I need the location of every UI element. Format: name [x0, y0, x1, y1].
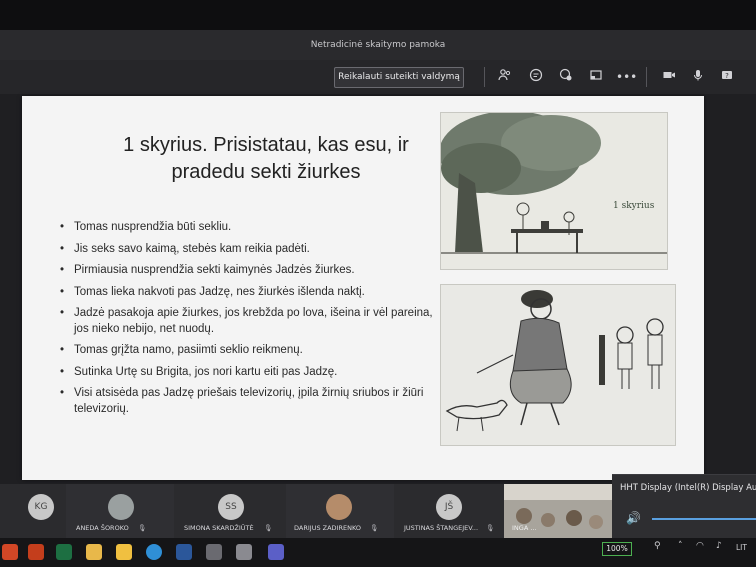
participant-name: JUSTINAS ŠTANGEJEV... — [404, 524, 479, 532]
avatar — [108, 494, 134, 520]
shared-content-stage: 1 skyrius. Prisistatau, kas esu, ir prad… — [0, 94, 756, 484]
request-control-button[interactable]: Reikalauti suteikti valdymą — [334, 67, 464, 88]
participant-tile[interactable]: KG — [0, 484, 66, 538]
powerpoint-icon[interactable] — [28, 544, 44, 560]
app-icon-gray[interactable] — [206, 544, 222, 560]
mic-off-icon: 🎙 — [486, 524, 495, 532]
bullet-item: Jis seks savo kaimą, stebės kam reikia p… — [54, 242, 434, 258]
participant-tile[interactable]: JŠ JUSTINAS ŠTANGEJEV... 🎙 — [394, 484, 504, 538]
bullet-item: Visi atsisėda pas Jadzę priešais televiz… — [54, 386, 434, 417]
mic-off-icon: 🎙 — [370, 524, 379, 532]
toolbar-divider — [484, 67, 485, 87]
svg-text:?: ? — [725, 72, 729, 80]
edge-browser-icon[interactable] — [146, 544, 162, 560]
app-icon-gray-2[interactable] — [236, 544, 252, 560]
avatar — [326, 494, 352, 520]
tree-picnic-illustration: 1 skyrius — [440, 112, 668, 270]
meeting-toolbar: Reikalauti suteikti valdymą ••• ? — [0, 60, 756, 94]
slide-title-line: pradedu sekti žiurkes — [171, 161, 361, 183]
volume-slider[interactable] — [652, 518, 756, 520]
excel-icon[interactable] — [56, 544, 72, 560]
teams-icon[interactable] — [268, 544, 284, 560]
participant-name: INGA ... — [512, 524, 537, 532]
help-icon[interactable]: ? — [718, 68, 736, 86]
window-title: Netradicinė skaitymo pamoka — [310, 40, 446, 50]
chevron-up-icon[interactable]: ˄ — [678, 541, 683, 551]
sticky-notes-icon[interactable] — [116, 544, 132, 560]
participant-tile[interactable]: ANEDA ŠOROKO 🎙 — [66, 484, 174, 538]
participant-video-tile[interactable]: INGA ... — [504, 484, 612, 538]
participant-tile[interactable]: DARIJUS ZADIRENKO 🎙 — [286, 484, 394, 538]
window-titlebar: Netradicinė skaitymo pamoka — [0, 30, 756, 60]
wifi-icon[interactable]: ◠ — [696, 541, 704, 551]
presentation-slide: 1 skyrius. Prisistatau, kas esu, ir prad… — [22, 96, 704, 480]
reactions-icon[interactable] — [557, 68, 575, 86]
mic-off-icon: 🎙 — [138, 524, 147, 532]
language-indicator[interactable]: LIT — [736, 543, 747, 552]
bullet-item: Tomas grįžta namo, pasiimti seklio reikm… — [54, 343, 434, 359]
camera-icon[interactable] — [660, 68, 678, 86]
avatar: JŠ — [436, 494, 462, 520]
people-icon[interactable] — [496, 68, 514, 86]
bullet-item: Sutinka Urtę su Brigita, jos nori kartu … — [54, 365, 434, 381]
slide-title: 1 skyrius. Prisistatau, kas esu, ir prad… — [66, 132, 466, 186]
network-icon[interactable]: ⚲ — [654, 541, 661, 551]
bullet-item: Jadzė pasakoja apie žiurkes, jos krebžda… — [54, 306, 434, 337]
toolbar-divider — [646, 67, 647, 87]
slide-bullet-list: Tomas nusprendžia būti sekliu. Jis seks … — [54, 220, 434, 423]
participant-name: DARIJUS ZADIRENKO — [294, 524, 361, 532]
file-explorer-icon[interactable] — [86, 544, 102, 560]
share-screen-icon[interactable] — [587, 68, 605, 86]
battery-indicator[interactable]: 100% — [602, 542, 632, 556]
bullet-item: Pirmiausia nusprendžia sekti kaimynės Ja… — [54, 263, 434, 279]
avatar: SS — [218, 494, 244, 520]
bullet-item: Tomas lieka nakvoti pas Jadzę, nes žiurk… — [54, 285, 434, 301]
mic-off-icon: 🎙 — [264, 524, 273, 532]
word-icon[interactable] — [176, 544, 192, 560]
more-options-icon[interactable]: ••• — [616, 68, 637, 86]
slide-title-line: 1 skyrius. Prisistatau, kas esu, ir — [123, 134, 409, 156]
app-icon-red[interactable] — [2, 544, 18, 560]
chat-icon[interactable] — [527, 68, 545, 86]
volume-flyout: HHT Display (Intel(R) Display Audio 🔊 — [612, 474, 756, 539]
audio-device-name: HHT Display (Intel(R) Display Audio — [620, 483, 756, 493]
illustration-caption: 1 skyrius — [613, 201, 655, 211]
taskbar — [0, 538, 756, 567]
participant-tile[interactable]: SS SIMONA SKARDŽIŪTĖ 🎙 — [174, 484, 286, 538]
participant-name: SIMONA SKARDŽIŪTĖ — [184, 524, 254, 532]
bullet-item: Tomas nusprendžia būti sekliu. — [54, 220, 434, 236]
speaker-tray-icon[interactable]: ♪ — [716, 541, 722, 551]
woman-children-illustration — [440, 284, 676, 446]
avatar: KG — [28, 494, 54, 520]
speaker-icon[interactable]: 🔊 — [626, 511, 641, 525]
mic-icon[interactable] — [689, 68, 707, 86]
participant-name: ANEDA ŠOROKO — [76, 524, 129, 532]
monitor-bezel — [0, 0, 756, 30]
